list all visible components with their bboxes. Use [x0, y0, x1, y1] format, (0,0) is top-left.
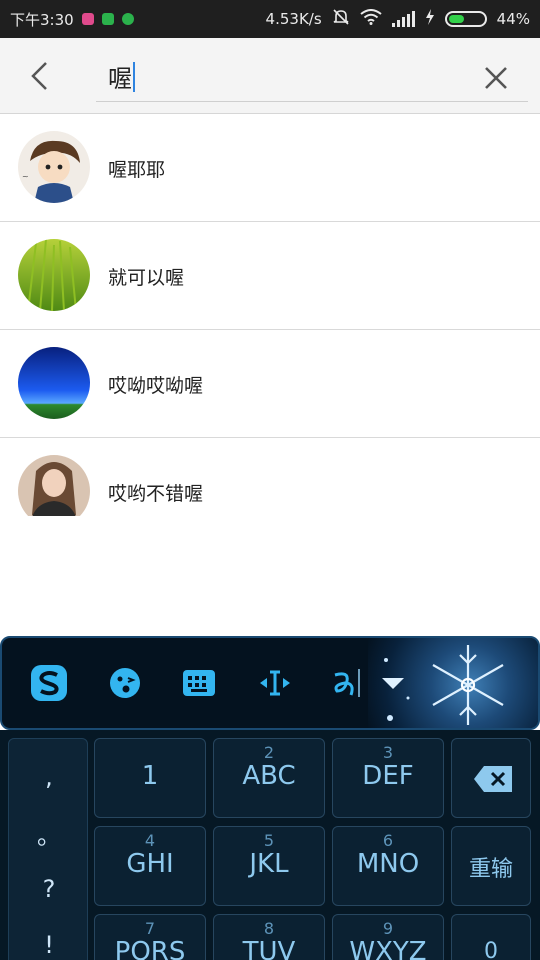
key-def[interactable]: 3 DEF — [332, 738, 444, 818]
list-item[interactable]: ~ 喔耶耶 — [0, 114, 540, 222]
result-name: 喔耶耶 — [108, 158, 166, 181]
battery-icon — [444, 11, 487, 27]
key-jkl[interactable]: 5 JKL — [213, 826, 325, 906]
cartoon-boy-avatar: ~ — [18, 131, 90, 203]
app2-notification-icon — [121, 13, 134, 25]
search-bar: 喔 — [0, 38, 540, 114]
collapse-icon[interactable] — [368, 658, 418, 708]
girl-photo-avatar — [18, 455, 90, 516]
chevron-left-icon — [31, 62, 47, 90]
key-pqrs[interactable]: 7 PQRS — [94, 914, 206, 960]
status-time: 下午3:30 — [10, 10, 74, 29]
status-bar: 下午3:30 4.53K/s 44% — [0, 0, 540, 38]
app-notification-icon — [81, 13, 94, 25]
key-ghi[interactable]: 4 GHI — [94, 826, 206, 906]
backspace-icon — [474, 766, 512, 792]
list-item[interactable]: 哎哟不错喔 — [0, 438, 540, 516]
emoji-icon[interactable] — [100, 658, 150, 708]
grass-avatar — [18, 239, 90, 311]
search-query-text: 喔 — [108, 65, 132, 93]
svg-text:~: ~ — [22, 172, 29, 181]
keyboard-toolbar — [0, 636, 540, 730]
result-name: 就可以喔 — [108, 266, 185, 289]
close-icon — [485, 67, 507, 89]
key-mno[interactable]: 6 MNO — [332, 826, 444, 906]
search-input[interactable]: 喔 — [96, 52, 528, 102]
keyboard-panel: , 。 ? ! 1 2 ABC 3 DEF 4 GHI 5 JKL 6 MNO 重输 7P… — [0, 730, 540, 960]
punct-period[interactable]: 。 — [9, 805, 89, 861]
punct-question[interactable]: ? — [9, 861, 89, 917]
key-1[interactable]: 1 — [94, 738, 206, 818]
blue-sky-avatar — [18, 347, 90, 419]
result-name: 哎呦哎呦喔 — [108, 374, 204, 397]
list-item[interactable]: 就可以喔 — [0, 222, 540, 330]
key-zero[interactable]: 0 — [451, 914, 531, 960]
delete-key[interactable] — [451, 738, 531, 818]
punct-comma[interactable]: , — [9, 749, 89, 805]
charging-icon — [425, 9, 435, 29]
sogou-logo-icon[interactable] — [24, 658, 74, 708]
handwriting-icon[interactable] — [320, 658, 370, 708]
search-results-list: ~ 喔耶耶 就可以喔 哎呦哎呦喔 哎哟不错喔 — [0, 114, 540, 516]
cursor-icon[interactable] — [250, 658, 300, 708]
key-abc[interactable]: 2 ABC — [213, 738, 325, 818]
list-item[interactable]: 哎呦哎呦喔 — [0, 330, 540, 438]
wifi-icon — [360, 9, 382, 29]
retype-key[interactable]: 重输 — [451, 826, 531, 906]
bell-muted-icon — [332, 8, 350, 30]
clear-button[interactable] — [476, 58, 516, 98]
key-wxyz[interactable]: 9 WXYZ — [332, 914, 444, 960]
battery-percent: 44% — [496, 10, 530, 28]
text-caret — [133, 61, 135, 92]
punctuation-column[interactable]: , 。 ? ! — [8, 738, 88, 960]
punct-exclaim[interactable]: ! — [9, 917, 89, 960]
keyboard-icon[interactable] — [174, 658, 224, 708]
back-button[interactable] — [20, 52, 60, 100]
network-speed: 4.53K/s — [265, 10, 322, 28]
signal-icon — [391, 11, 415, 27]
wechat-notification-icon — [101, 13, 114, 25]
key-tuv[interactable]: 8 TUV — [213, 914, 325, 960]
result-name: 哎哟不错喔 — [108, 482, 204, 505]
